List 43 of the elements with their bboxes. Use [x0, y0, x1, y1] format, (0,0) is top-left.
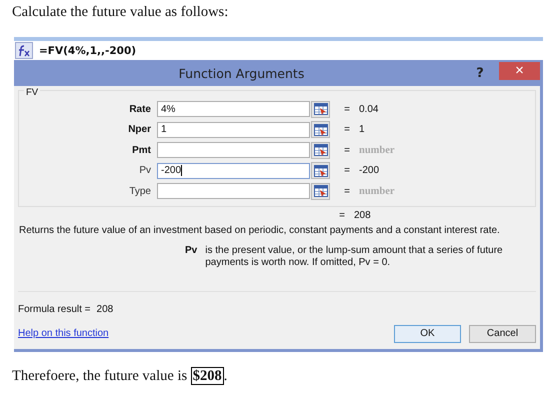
argument-label: Pmt [131, 144, 152, 156]
equals-sign: = [338, 210, 346, 221]
function-description: Returns the future value of an investment based on periodic, constant payments and a constant interest rate. [19, 224, 501, 236]
dialog-button[interactable]: OK [394, 324, 461, 342]
formula-text: =FV(4%,1,,-200) [39, 44, 136, 56]
argument-label: Pv [138, 165, 152, 176]
argument-result: number [359, 186, 395, 197]
formula-result: 208 [96, 304, 114, 314]
argument-description: is the present value, or the lump-sum amount that a series of future payments is worth now. If omitted, Pv = 0. [205, 244, 504, 268]
range-select-icon[interactable] [311, 121, 330, 138]
intro-text: Calculate the future value as follows: [12, 4, 230, 21]
equals-sign: = [343, 186, 351, 197]
group-label: FV [24, 87, 40, 98]
help-link[interactable]: Help on this function [18, 328, 109, 339]
equals-sign: = [343, 165, 351, 176]
conclusion-text: Therefoere, the future value is $208. [12, 368, 228, 384]
range-select-icon[interactable] [311, 162, 330, 180]
argument-field[interactable]: -200 [157, 162, 310, 179]
argument-field[interactable] [157, 142, 310, 158]
argument-result: -200 [359, 165, 380, 176]
equals-sign: = [343, 124, 351, 136]
close-button[interactable]: × [499, 62, 540, 80]
argument-field[interactable]: 1 [157, 122, 310, 138]
dialog-button[interactable]: Cancel [469, 324, 536, 342]
argument-result: 1 [359, 124, 365, 136]
formula-result-label: Formula result = [18, 304, 91, 314]
equals-sign: = [343, 104, 351, 115]
window-title: Function Arguments [178, 66, 306, 80]
range-select-icon[interactable] [311, 100, 330, 118]
argument-result: 0.04 [359, 104, 378, 115]
argument-label: Type [128, 186, 152, 197]
range-select-icon[interactable] [311, 142, 330, 159]
total-result: 208 [354, 210, 371, 221]
argument-field[interactable]: 4% [157, 101, 310, 118]
function-icon[interactable] [15, 42, 33, 59]
range-select-icon[interactable] [311, 182, 330, 200]
argument-label: Rate [128, 104, 152, 115]
argument-field[interactable] [157, 183, 310, 200]
equals-sign: = [343, 144, 351, 156]
help-button[interactable]: ? [469, 63, 491, 83]
argument-name: Pv [185, 244, 198, 258]
argument-label: Nper [127, 124, 152, 136]
argument-result: number [359, 144, 395, 156]
